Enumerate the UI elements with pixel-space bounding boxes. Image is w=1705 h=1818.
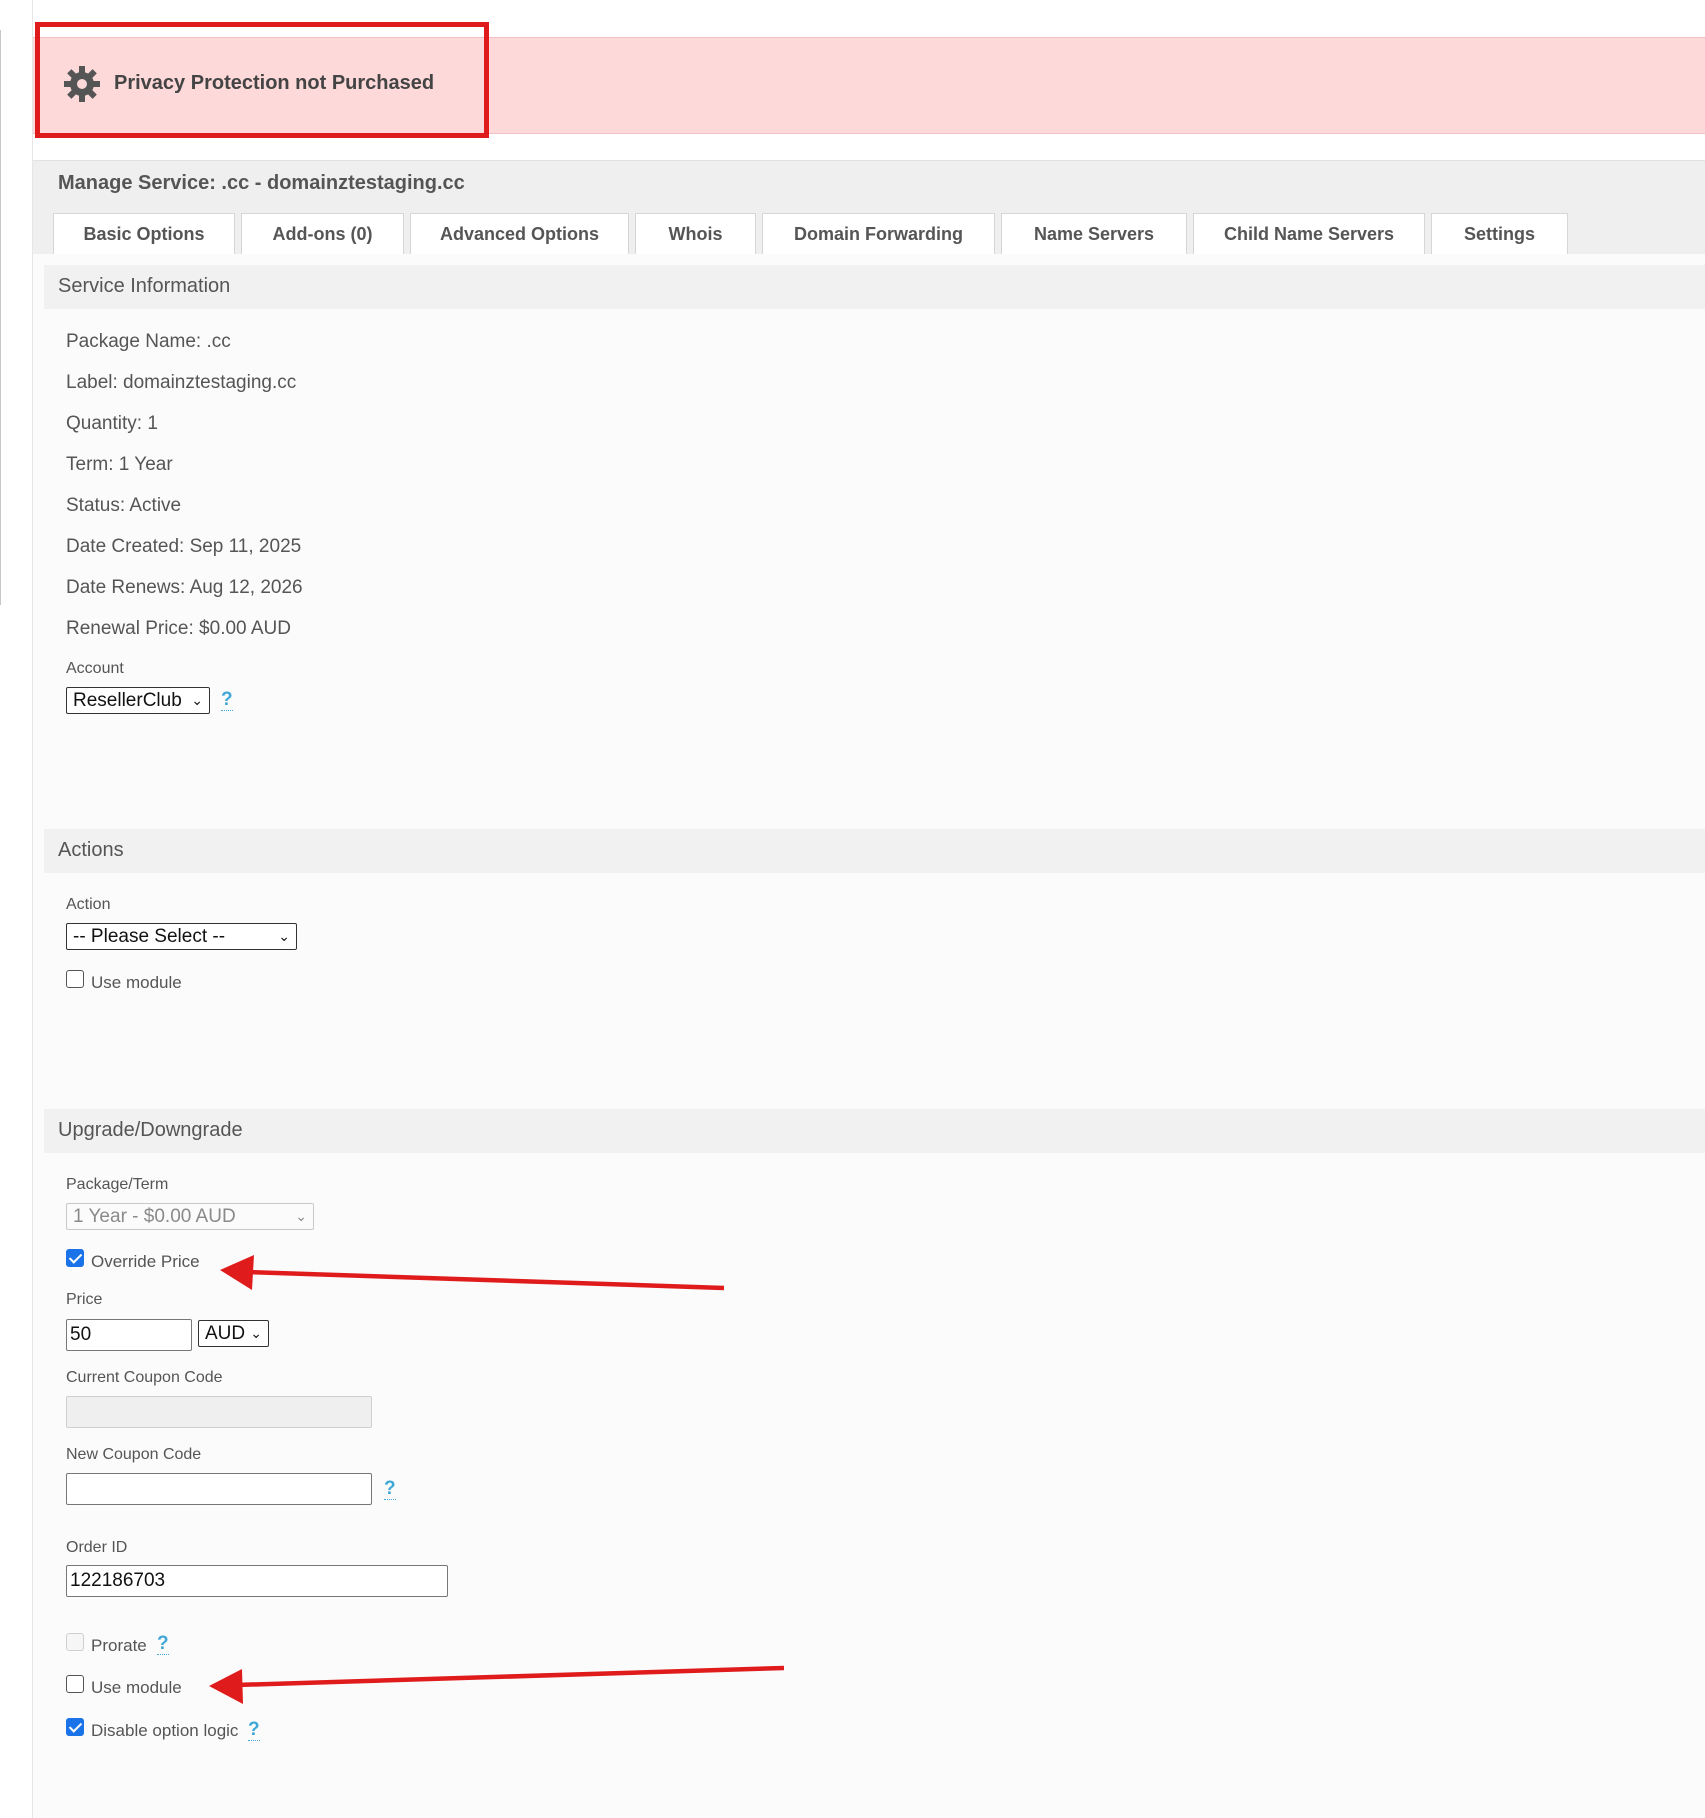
annotation-arrows (209, 1255, 785, 1704)
override-price-arrow (220, 1255, 725, 1291)
use-module-arrow (209, 1665, 785, 1704)
